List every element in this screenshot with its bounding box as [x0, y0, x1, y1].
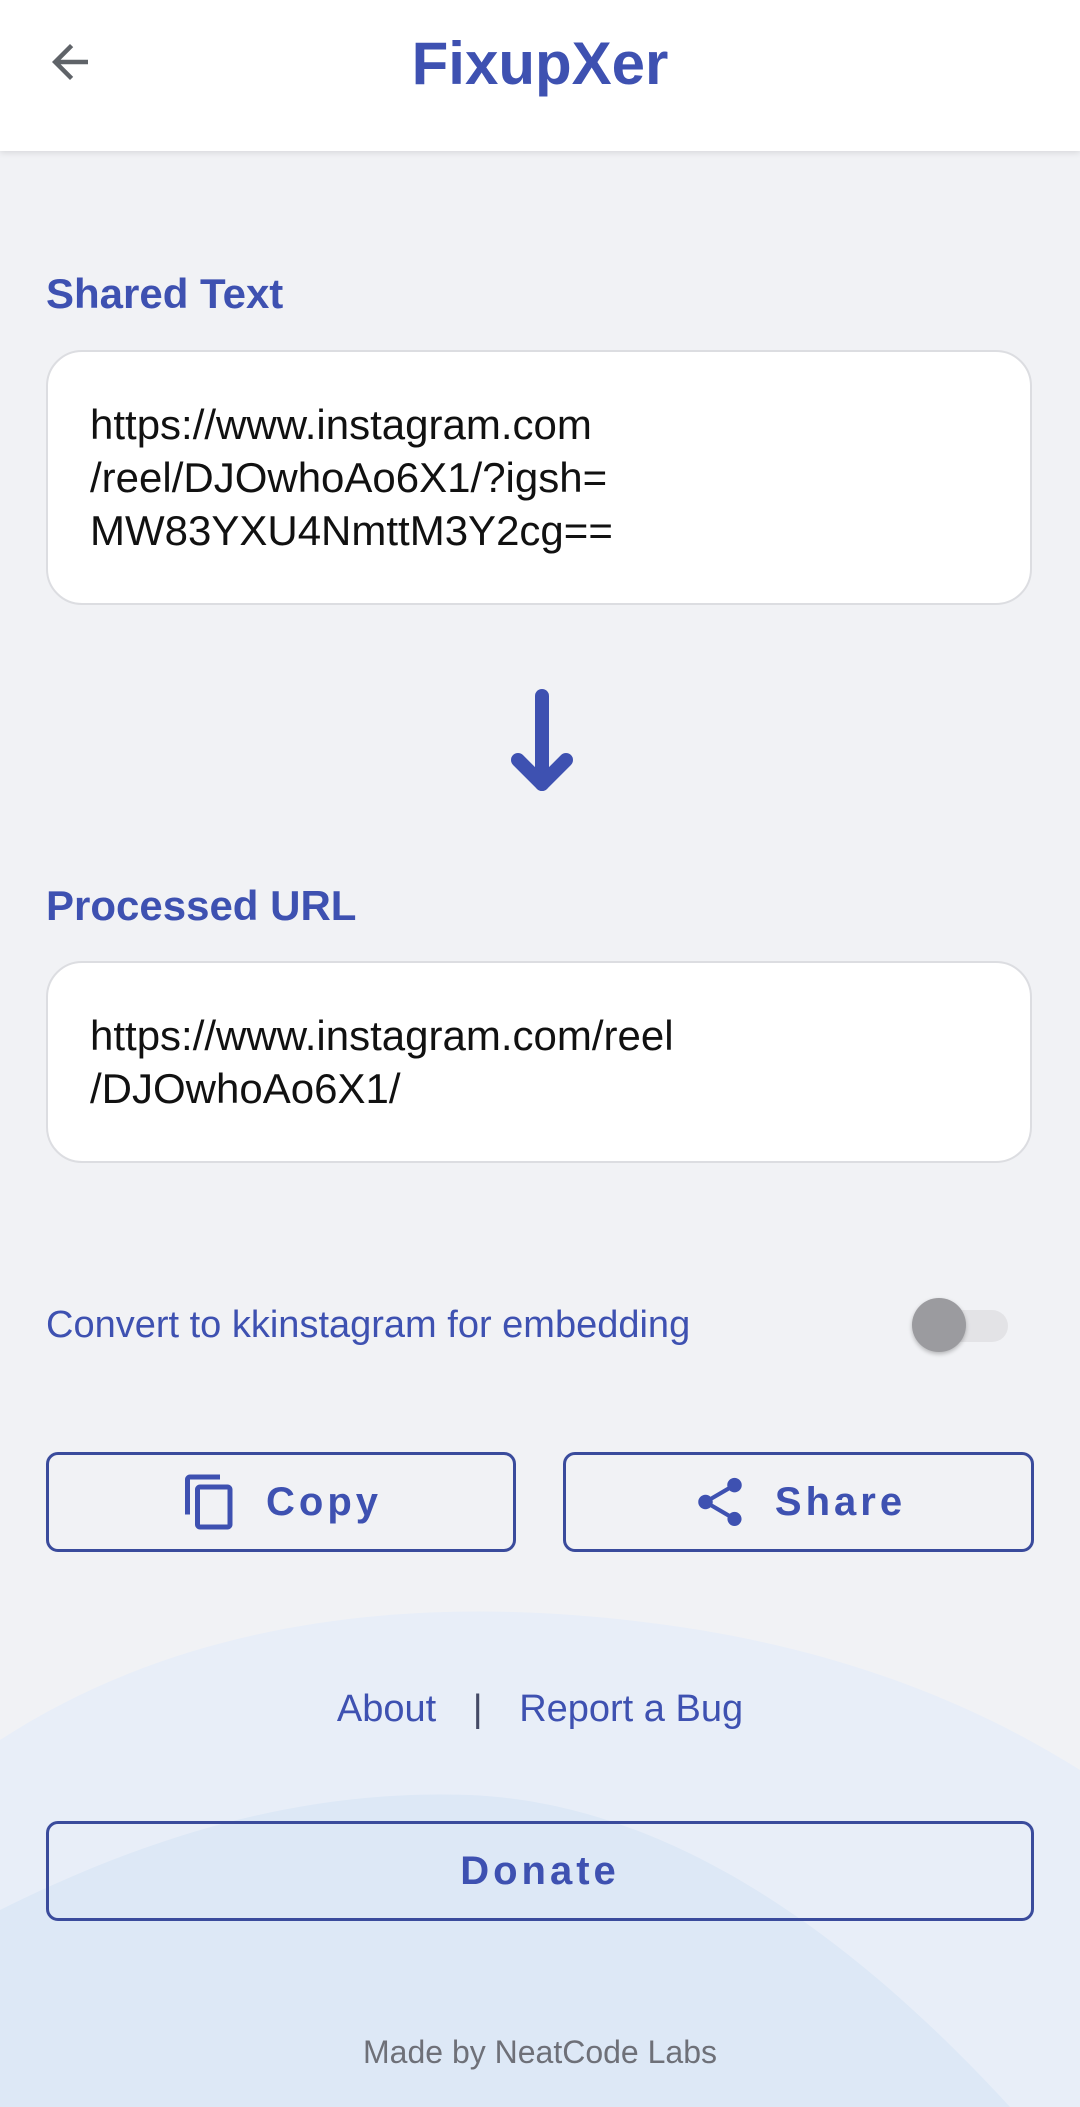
- shared-text-label: Shared Text: [46, 270, 284, 317]
- donate-button-label: Donate: [460, 1848, 620, 1893]
- arrow-down-icon: [511, 689, 573, 791]
- kkinstagram-toggle-label: Convert to kkinstagram for embedding: [46, 1304, 691, 1346]
- share-button[interactable]: Share: [563, 1452, 1034, 1552]
- app-bar: FixupXer: [0, 0, 1080, 151]
- shared-text-field[interactable]: https://www.instagram.com /reel/DJOwhoAo…: [46, 350, 1032, 605]
- processed-url-label: Processed URL: [46, 882, 357, 929]
- footer-links: About | Report a Bug: [0, 1688, 1080, 1731]
- share-button-label: Share: [774, 1479, 907, 1524]
- made-by-text: Made by NeatCode Labs: [363, 2034, 717, 2070]
- processed-url-field[interactable]: https://www.instagram.com/reel /DJOwhoAo…: [46, 961, 1032, 1163]
- copy-button-label: Copy: [266, 1479, 382, 1524]
- about-link[interactable]: About: [337, 1688, 436, 1731]
- toggle-thumb: [912, 1298, 966, 1352]
- kkinstagram-toggle[interactable]: [912, 1296, 1008, 1352]
- share-icon: [698, 1477, 742, 1526]
- footer-separator: |: [472, 1688, 483, 1730]
- copy-icon: [185, 1474, 233, 1530]
- copy-button[interactable]: Copy: [46, 1452, 516, 1552]
- donate-button[interactable]: Donate: [46, 1821, 1034, 1921]
- report-bug-link[interactable]: Report a Bug: [519, 1688, 743, 1731]
- app-title: FixupXer: [411, 30, 669, 97]
